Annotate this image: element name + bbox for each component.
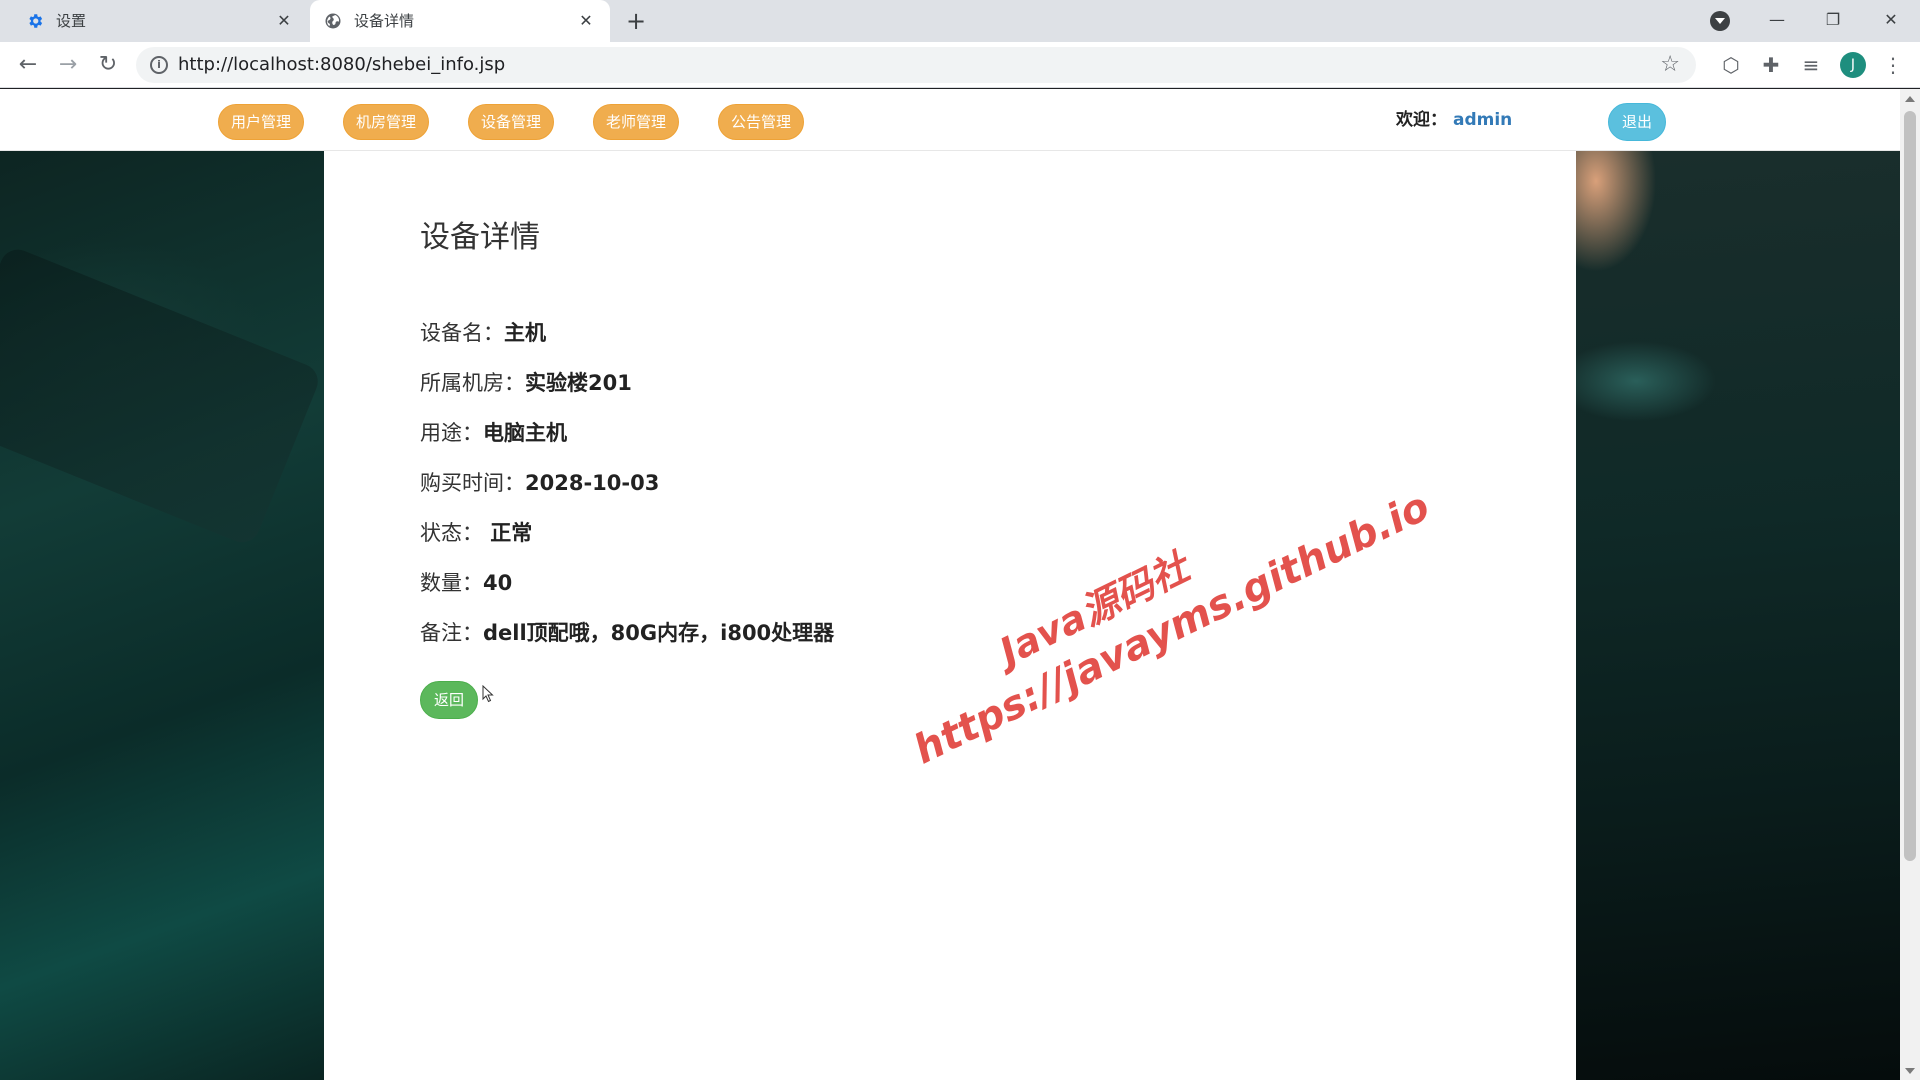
profile-avatar[interactable]: J [1840, 52, 1866, 78]
page-scrollbar[interactable] [1900, 89, 1920, 1080]
tab-device-detail[interactable]: 设备详情 ✕ [310, 0, 610, 42]
scroll-up-icon[interactable] [1905, 96, 1915, 102]
field-label: 数量： [420, 571, 483, 595]
field-value: 主机 [504, 321, 546, 345]
background-image-right [1576, 151, 1900, 1080]
page-viewport: 用户管理 机房管理 设备管理 老师管理 公告管理 欢迎： admin 退出 设备详… [0, 89, 1900, 1080]
mouse-cursor-icon [482, 685, 494, 703]
address-bar[interactable]: i http://localhost:8080/shebei_info.jsp … [136, 47, 1696, 83]
gear-icon [29, 14, 43, 28]
page-title: 设备详情 [420, 220, 540, 255]
back-arrow-icon[interactable]: ← [14, 51, 42, 79]
tab-title: 设备详情 [354, 12, 415, 30]
welcome-text: 欢迎： admin [1396, 109, 1512, 131]
minimize-icon[interactable]: — [1762, 6, 1792, 34]
tab-title: 设置 [56, 12, 87, 30]
field-label: 状态： [420, 521, 483, 545]
field-room: 所属机房：实验楼201 [420, 368, 632, 398]
window-close-icon[interactable]: ✕ [1876, 6, 1906, 34]
scroll-down-icon[interactable] [1905, 1068, 1915, 1074]
reload-icon[interactable]: ↻ [94, 51, 122, 79]
scrollbar-thumb[interactable] [1904, 111, 1916, 861]
nav-teacher-management[interactable]: 老师管理 [593, 104, 680, 140]
back-button[interactable]: 返回 [420, 681, 478, 719]
field-purchase-date: 购买时间：2028-10-03 [420, 468, 659, 498]
detail-panel: 设备详情 设备名：主机 所属机房：实验楼201 用途：电脑主机 购买时间：202… [324, 151, 1576, 1080]
field-label: 设备名： [420, 321, 504, 345]
extension-hex-icon[interactable]: ⬡ [1718, 52, 1744, 78]
menu-dots-icon[interactable]: ⋮ [1880, 52, 1906, 78]
field-value: 电脑主机 [483, 421, 567, 445]
url-text[interactable]: http://localhost:8080/shebei_info.jsp [178, 54, 505, 76]
field-value: 实验楼201 [525, 371, 632, 395]
field-status: 状态： 正常 [420, 518, 532, 548]
forward-arrow-icon[interactable]: → [54, 51, 82, 79]
welcome-label: 欢迎： [1396, 110, 1447, 130]
username[interactable]: admin [1453, 110, 1512, 130]
nav-user-management[interactable]: 用户管理 [218, 104, 305, 140]
nav-room-management[interactable]: 机房管理 [343, 104, 430, 140]
field-value: 40 [483, 571, 513, 595]
field-device-name: 设备名：主机 [420, 318, 546, 348]
field-label: 备注： [420, 621, 483, 645]
field-value: dell顶配哦，80G内存，i800处理器 [483, 621, 835, 645]
new-tab-icon[interactable]: + [624, 9, 648, 33]
puzzle-icon[interactable]: ✚ [1758, 52, 1784, 78]
field-label: 购买时间： [420, 471, 525, 495]
top-navbar: 用户管理 机房管理 设备管理 老师管理 公告管理 欢迎： admin 退出 [0, 89, 1900, 151]
field-remark: 备注：dell顶配哦，80G内存，i800处理器 [420, 618, 834, 648]
tab-settings[interactable]: 设置 ✕ [12, 0, 308, 42]
tab-search-icon[interactable] [1710, 11, 1730, 31]
field-value: 正常 [483, 521, 533, 545]
info-icon[interactable]: i [150, 56, 168, 74]
media-queue-icon[interactable]: ≡ [1798, 52, 1824, 78]
tab-strip: 设置 ✕ 设备详情 ✕ + — ❐ ✕ [0, 0, 1920, 42]
field-label: 所属机房： [420, 371, 525, 395]
close-icon[interactable]: ✕ [576, 11, 596, 31]
field-usage: 用途：电脑主机 [420, 418, 567, 448]
close-icon[interactable]: ✕ [274, 11, 294, 31]
nav-device-management[interactable]: 设备管理 [468, 104, 555, 140]
nav-notice-management[interactable]: 公告管理 [718, 104, 805, 140]
field-value: 2028-10-03 [525, 471, 660, 495]
browser-toolbar: ← → ↻ i http://localhost:8080/shebei_inf… [0, 42, 1920, 88]
logout-button[interactable]: 退出 [1608, 103, 1666, 141]
globe-icon [325, 13, 341, 29]
field-quantity: 数量：40 [420, 568, 512, 598]
background-image-left [0, 151, 324, 1080]
restore-icon[interactable]: ❐ [1818, 6, 1848, 34]
star-icon[interactable]: ☆ [1660, 52, 1680, 78]
field-label: 用途： [420, 421, 483, 445]
